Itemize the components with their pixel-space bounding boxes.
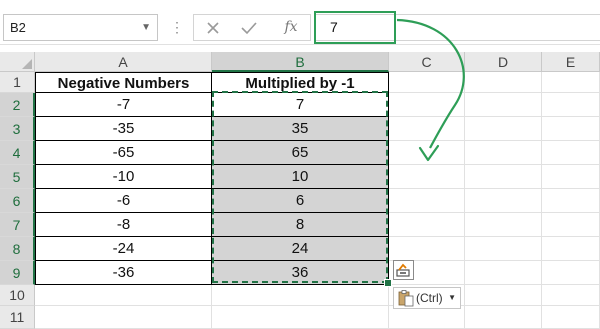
cell-a1[interactable]: Negative Numbers xyxy=(35,72,212,93)
name-box-value: B2 xyxy=(10,20,26,35)
quick-analysis-button[interactable] xyxy=(393,260,414,280)
cell-c8[interactable] xyxy=(389,237,465,261)
cell-d8[interactable] xyxy=(465,237,542,261)
cell-b10[interactable] xyxy=(212,285,389,306)
cell-d5[interactable] xyxy=(465,165,542,189)
cell-a10[interactable] xyxy=(35,285,212,306)
cell-a8[interactable]: -24 xyxy=(35,237,212,261)
cell-c4[interactable] xyxy=(389,141,465,165)
formula-bar: B2 ▼ ⋮ fx 7 xyxy=(0,0,600,45)
row-header-5[interactable]: 5 xyxy=(0,165,35,189)
cell-e11[interactable] xyxy=(542,306,600,329)
cell-d2[interactable] xyxy=(465,93,542,117)
name-box-dropdown-icon[interactable]: ▼ xyxy=(141,15,151,40)
cell-e8[interactable] xyxy=(542,237,600,261)
cell-d9[interactable] xyxy=(465,261,542,285)
cell-c3[interactable] xyxy=(389,117,465,141)
cell-c6[interactable] xyxy=(389,189,465,213)
cell-b8[interactable]: 24 xyxy=(212,237,389,261)
cell-b7[interactable]: 8 xyxy=(212,213,389,237)
cell-c7[interactable] xyxy=(389,213,465,237)
cell-c5[interactable] xyxy=(389,165,465,189)
cell-a11[interactable] xyxy=(35,306,212,329)
formula-highlight-box xyxy=(314,11,396,44)
column-header-d[interactable]: D xyxy=(465,52,542,72)
paste-options-label: (Ctrl) xyxy=(416,291,443,305)
cell-e9[interactable] xyxy=(542,261,600,285)
cell-e4[interactable] xyxy=(542,141,600,165)
cell-a6[interactable]: -6 xyxy=(35,189,212,213)
cell-b9[interactable]: 36 xyxy=(212,261,389,285)
cell-b2[interactable]: 7 xyxy=(212,93,389,117)
enter-icon[interactable] xyxy=(236,15,262,40)
cell-b11[interactable] xyxy=(212,306,389,329)
name-box[interactable]: B2 ▼ xyxy=(3,14,158,41)
cell-d4[interactable] xyxy=(465,141,542,165)
cell-a7[interactable]: -8 xyxy=(35,213,212,237)
row-header-10[interactable]: 10 xyxy=(0,285,35,306)
cell-b3[interactable]: 35 xyxy=(212,117,389,141)
cell-e5[interactable] xyxy=(542,165,600,189)
row-header-1[interactable]: 1 xyxy=(0,72,35,93)
cell-d7[interactable] xyxy=(465,213,542,237)
row-header-2[interactable]: 2 xyxy=(0,93,35,117)
paste-options-button[interactable]: (Ctrl) ▼ xyxy=(393,287,461,309)
column-header-c[interactable]: C xyxy=(389,52,465,72)
cell-d3[interactable] xyxy=(465,117,542,141)
cell-a9[interactable]: -36 xyxy=(35,261,212,285)
chevron-down-icon: ▼ xyxy=(448,293,456,302)
cell-d10[interactable] xyxy=(465,285,542,306)
cell-a4[interactable]: -65 xyxy=(35,141,212,165)
cell-b5[interactable]: 10 xyxy=(212,165,389,189)
insert-function-icon[interactable]: fx xyxy=(278,15,304,40)
fill-handle[interactable] xyxy=(384,279,392,287)
cell-a2[interactable]: -7 xyxy=(35,93,212,117)
cancel-icon[interactable] xyxy=(200,15,226,40)
cell-c1[interactable] xyxy=(389,72,465,93)
cell-b4[interactable]: 65 xyxy=(212,141,389,165)
row-header-4[interactable]: 4 xyxy=(0,141,35,165)
row-header-7[interactable]: 7 xyxy=(0,213,35,237)
column-header-b[interactable]: B xyxy=(212,52,389,72)
cell-d6[interactable] xyxy=(465,189,542,213)
cell-c11[interactable] xyxy=(389,306,465,329)
quick-analysis-icon xyxy=(396,263,410,277)
cell-d1[interactable] xyxy=(465,72,542,93)
cell-e6[interactable] xyxy=(542,189,600,213)
cell-e3[interactable] xyxy=(542,117,600,141)
cell-e7[interactable] xyxy=(542,213,600,237)
row-header-8[interactable]: 8 xyxy=(0,237,35,261)
row-header-9[interactable]: 9 xyxy=(0,261,35,285)
cell-e2[interactable] xyxy=(542,93,600,117)
cell-e1[interactable] xyxy=(542,72,600,93)
cell-e10[interactable] xyxy=(542,285,600,306)
cell-a5[interactable]: -10 xyxy=(35,165,212,189)
select-all-corner[interactable] xyxy=(0,52,35,72)
cell-b6[interactable]: 6 xyxy=(212,189,389,213)
cell-b1[interactable]: Multiplied by -1 xyxy=(212,72,389,93)
row-header-11[interactable]: 11 xyxy=(0,306,35,329)
formula-buttons: fx xyxy=(193,14,311,41)
column-header-e[interactable]: E xyxy=(542,52,600,72)
cell-d11[interactable] xyxy=(465,306,542,329)
clipboard-icon xyxy=(398,290,414,307)
row-header-6[interactable]: 6 xyxy=(0,189,35,213)
column-header-a[interactable]: A xyxy=(35,52,212,72)
row-header-3[interactable]: 3 xyxy=(0,117,35,141)
formula-bar-splitter-icon[interactable]: ⋮ xyxy=(170,14,184,41)
cell-a3[interactable]: -35 xyxy=(35,117,212,141)
cell-c2[interactable] xyxy=(389,93,465,117)
